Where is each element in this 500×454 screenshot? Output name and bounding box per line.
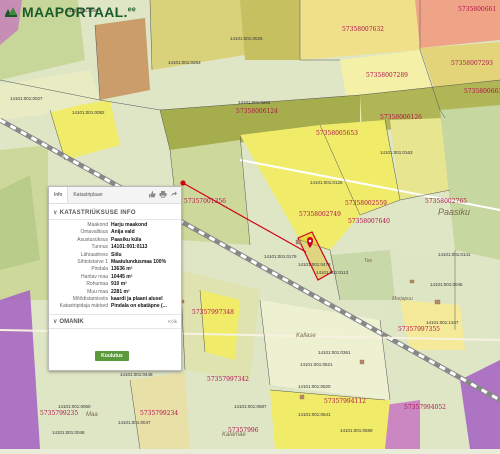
- cadastral-label: 57357001356: [184, 198, 226, 205]
- owner-title: OMANIK: [59, 318, 84, 325]
- kuulutus-button[interactable]: Kuulutus: [95, 351, 129, 361]
- cadastral-label: 57358007632: [342, 26, 384, 33]
- grid-label: 14101:001:0113: [316, 270, 349, 275]
- info-row: Haritav maa 10445 m²: [81, 273, 133, 280]
- grid-label: 14101:001:0263: [168, 60, 201, 65]
- section-katastriyksuse-info[interactable]: ∨ KATASTRIÜKSUSE INFO: [49, 204, 181, 220]
- grid-label: 14101:001:0264: [238, 100, 271, 105]
- info-row: Maakond Harju maakond: [87, 222, 148, 228]
- grid-label: 14101:001:0082: [72, 110, 105, 115]
- info-rows: Maakond Harju maakond Omavalitsus Anija va…: [49, 220, 181, 311]
- grid-label: 14101:001:0128: [310, 180, 343, 185]
- grid-label: 14101:001:0520: [298, 384, 331, 389]
- info-row: Lähiaadress Siilu: [80, 251, 122, 258]
- like-icon[interactable]: [148, 190, 156, 198]
- grid-label: 14101:001:0541: [298, 412, 331, 417]
- place-label-kalamae: Kalamäe: [222, 432, 246, 438]
- collapse-chevron-icon: ∨: [53, 210, 58, 216]
- grid-label: 14101:001:0050: [58, 404, 91, 409]
- grid-label: 14101:001:0047: [118, 420, 151, 425]
- grid-label: 14101:001:0361: [318, 350, 351, 355]
- cadastral-label: 5735800663: [464, 88, 500, 95]
- cadastral-label: 57358006126: [380, 114, 422, 121]
- grid-label: 14101:001:0448: [120, 372, 153, 377]
- cadastral-label: 57357997342: [207, 376, 249, 383]
- grid-label: 14101:001:0026: [230, 36, 263, 41]
- section-title: KATASTRIÜKSUSE INFO: [59, 209, 136, 216]
- cadastral-label: 57358002765: [425, 198, 467, 205]
- grid-label: 14101:001:1347: [426, 320, 459, 325]
- grid-label: 14101:001:0141: [438, 252, 471, 257]
- section-omanik[interactable]: ∨ OMANIK Kõik: [49, 313, 181, 329]
- place-label-paasiku: Paasiku: [438, 207, 471, 217]
- print-icon[interactable]: [159, 190, 167, 198]
- grid-label: 14101:001:0521: [300, 362, 333, 367]
- owner-all-link[interactable]: Kõik: [168, 319, 177, 324]
- cadastral-label: 5735799234: [140, 410, 179, 417]
- info-panel: Info Katastriplaan ∨ KATASTRIÜKSUSE INFO…: [48, 186, 182, 371]
- info-row: Rohumaa 910 m²: [86, 281, 127, 288]
- grid-label: 14101:001:0065: [66, 8, 99, 13]
- info-row: Tunnus 14101:001:0113: [91, 244, 148, 251]
- grid-label: 14101:001:0589: [340, 428, 373, 433]
- place-label-tee: Tee: [364, 258, 373, 264]
- cadastral-label: 57358002559: [345, 200, 387, 207]
- info-row: Muu maa 2281 m²: [87, 288, 130, 295]
- grid-label: 14101:001:0179: [264, 254, 297, 259]
- share-icon[interactable]: [170, 190, 178, 198]
- cadastral-label: 57358007289: [366, 72, 408, 79]
- cadastral-label: 5735800661: [458, 6, 497, 13]
- collapse-chevron-icon: ∨: [53, 318, 58, 325]
- cadastral-label: 57357997348: [192, 309, 234, 316]
- info-row: Pindala 13636 m²: [91, 266, 133, 273]
- place-label-marjapuu: Marjapuu: [392, 296, 413, 302]
- logo-icon: [5, 7, 17, 17]
- cadastral-label: 57358007293: [451, 60, 493, 67]
- grid-label: 14101:001:0163: [380, 150, 413, 155]
- cadastral-label: 57358005653: [316, 130, 358, 137]
- cadastral-label: 57358006124: [236, 108, 278, 115]
- cadastral-label: 57358007640: [348, 218, 390, 225]
- tab-info[interactable]: Info: [49, 187, 69, 203]
- place-label-kallase: Kallase: [296, 333, 316, 339]
- info-row: Katastripidaja märked Pindala on ebatäpne…: [59, 303, 167, 310]
- grid-label: 14101:001:0045: [430, 282, 463, 287]
- info-row: Asustusüksus Paasiku küla: [77, 236, 142, 243]
- cadastral-label: 57358002749: [299, 211, 341, 218]
- cadastral-label: 57357997355: [398, 326, 440, 333]
- tab-katastriplaan[interactable]: Katastriplaan: [68, 187, 107, 203]
- grid-label: 14101:001:0478: [298, 262, 331, 267]
- grid-label: 14101:001:0587: [234, 404, 267, 409]
- info-row: Sihtotstarve 1 Maatulundusmaa 100%: [77, 259, 167, 266]
- cadastral-label: 57357994052: [404, 404, 446, 411]
- grid-label: 14101:001:0027: [10, 96, 43, 101]
- cadastral-label: 57357994112: [324, 398, 366, 405]
- grid-label: 14101:001:0048: [52, 430, 85, 435]
- info-row: Omavalitsus Anija vald: [80, 229, 135, 236]
- panel-tabs: Info Katastriplaan: [49, 187, 181, 204]
- place-label-maa: Maa: [86, 412, 98, 418]
- info-row: Mõõdistamisviis kaardi ja plaani alusel: [72, 296, 163, 303]
- cadastral-label: 5735799235: [40, 410, 79, 417]
